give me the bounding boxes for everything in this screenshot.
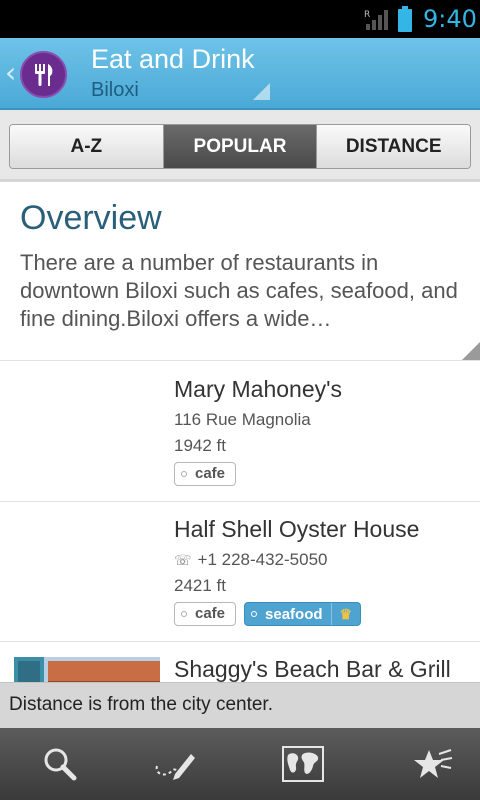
place-phone: +1 228-432-5050 [197,550,328,569]
tag-dot-icon [181,471,187,477]
tag-label: seafood [265,606,323,623]
search-icon [44,748,77,781]
list-item[interactable]: Half Shell Oyster House ☏ +1 228-432-5050… [0,502,480,642]
tab-a-z[interactable]: A-Z [10,125,163,168]
sort-tabs-bar: A-Z POPULAR DISTANCE [0,110,480,182]
favorites-icon [414,749,453,778]
place-name: Mary Mahoney's [174,376,343,402]
crown-icon: ♛ [330,603,352,625]
status-bar: R 9:40 [0,0,480,38]
place-name: Half Shell Oyster House [174,516,420,542]
distance-toast: Distance is from the city center. [0,682,480,728]
tag-seafood[interactable]: seafood ♛ [244,602,362,626]
battery-icon [398,6,412,32]
fork-knife-icon[interactable] [20,51,67,98]
expand-icon[interactable] [462,342,480,360]
location-spinner[interactable]: Biloxi [91,79,139,102]
tag-label: cafe [195,465,226,482]
roaming-indicator: R [364,10,370,20]
edit-notes-icon [155,754,195,780]
list-item[interactable]: Mary Mahoney's 116 Rue Magnolia 1942 ft … [0,362,480,502]
overview-text: There are a number of restaurants in dow… [20,250,458,331]
place-address: 116 Rue Magnolia [174,410,311,429]
tab-distance[interactable]: DISTANCE [316,125,470,168]
tag-dot-icon [181,611,187,617]
place-distance: 2421 ft [174,576,226,595]
tag-dot-icon [251,611,258,617]
action-bar: ‹ Eat and Drink Biloxi [0,38,480,110]
place-phone-row: ☏ +1 228-432-5050 [174,550,328,570]
tag-cafe[interactable]: cafe [174,462,237,486]
overview-heading: Overview [20,199,162,237]
tag-list: cafe seafood ♛ [174,602,362,626]
map-icon [282,746,324,782]
favorites-button[interactable] [373,728,480,800]
notes-button[interactable] [115,728,235,800]
map-button[interactable] [243,728,363,800]
toast-text: Distance is from the city center. [9,694,273,715]
page-title: Eat and Drink [91,44,255,74]
tag-label: cafe [195,605,226,622]
tag-cafe[interactable]: cafe [174,602,237,626]
spinner-arrow-icon[interactable] [253,83,270,100]
place-name: Shaggy's Beach Bar & Grill [174,656,451,682]
phone-icon: ☏ [174,552,192,568]
bottom-toolbar [0,728,480,800]
place-distance: 1942 ft [174,436,226,455]
status-time: 9:40 [423,5,477,33]
tab-popular[interactable]: POPULAR [162,125,317,168]
overview-section[interactable]: Overview There are a number of restauran… [0,185,480,361]
signal-icon: R [364,10,388,30]
search-button[interactable] [0,728,120,800]
sort-tabs: A-Z POPULAR DISTANCE [9,124,471,169]
tag-list: cafe [174,462,237,486]
back-chevron-icon[interactable]: ‹ [5,56,16,89]
